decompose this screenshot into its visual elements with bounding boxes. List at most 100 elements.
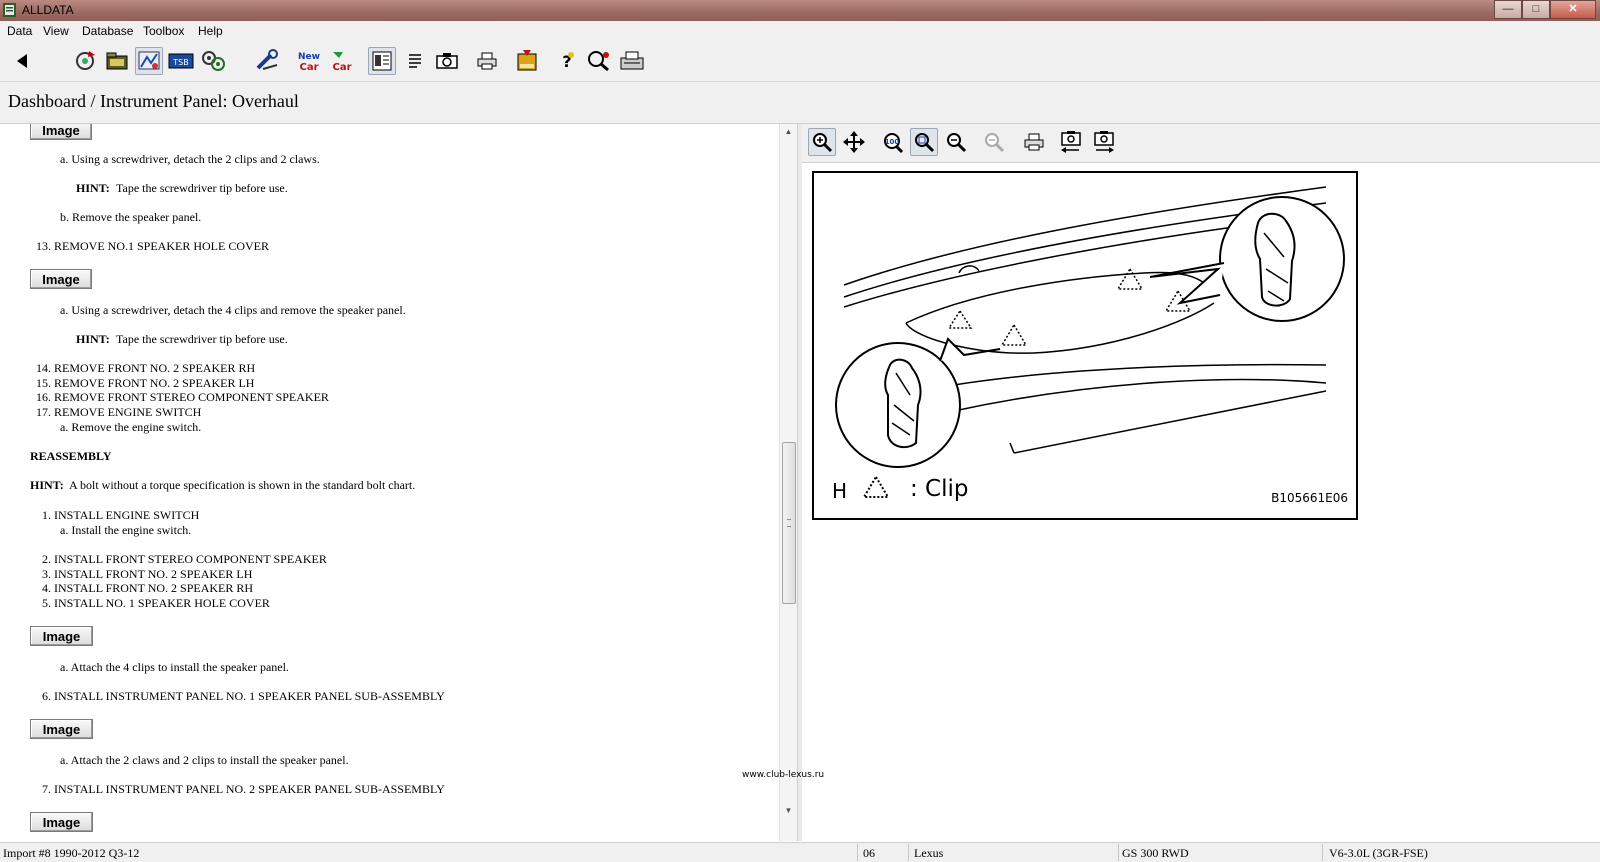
legend-letter: H: [832, 479, 848, 503]
print-icon[interactable]: [1020, 128, 1048, 156]
zoom-100-icon[interactable]: 100: [878, 128, 906, 156]
next-image-icon[interactable]: [1090, 128, 1118, 156]
document-view-icon[interactable]: [368, 47, 396, 75]
procedure-step: a. Using a screwdriver, detach the 4 cli…: [60, 303, 406, 317]
status-model: GS 300 RWD: [1122, 846, 1189, 860]
tsb-icon[interactable]: TSB: [167, 47, 195, 75]
main-toolbar: TSB New Car Car ?: [0, 41, 1600, 82]
menu-database[interactable]: Database: [82, 24, 133, 38]
maximize-button[interactable]: □: [1522, 0, 1550, 19]
procedure-step: a. Attach the 4 clips to install the spe…: [60, 660, 289, 674]
window-title: ALLDATA: [22, 3, 74, 17]
menu-view[interactable]: View: [43, 24, 69, 38]
hint-label: HINT:: [30, 478, 64, 492]
print-icon[interactable]: [473, 47, 501, 75]
status-engine: V6-3.0L (3GR-FSE): [1329, 846, 1428, 860]
status-divider: [857, 844, 858, 861]
close-button[interactable]: ✕: [1550, 0, 1596, 19]
wrench-icon[interactable]: [254, 47, 282, 75]
image-button[interactable]: Image: [30, 812, 93, 832]
scroll-up-icon[interactable]: ▲: [780, 124, 797, 140]
breadcrumb: Dashboard / Instrument Panel: Overhaul: [0, 82, 1600, 124]
menu-data[interactable]: Data: [7, 24, 32, 38]
procedure-heading: 5. INSTALL NO. 1 SPEAKER HOLE COVER: [42, 596, 270, 610]
procedure-heading: 15. REMOVE FRONT NO. 2 SPEAKER LH: [36, 376, 255, 390]
new-car-icon[interactable]: New Car: [295, 47, 323, 75]
refresh-icon[interactable]: [71, 47, 99, 75]
camera-icon[interactable]: [433, 47, 461, 75]
procedure-heading: 7. INSTALL INSTRUMENT PANEL NO. 2 SPEAKE…: [42, 782, 445, 796]
minimize-button[interactable]: —: [1494, 0, 1522, 19]
procedure-heading: 4. INSTALL FRONT NO. 2 SPEAKER RH: [42, 581, 254, 595]
procedure-heading: 14. REMOVE FRONT NO. 2 SPEAKER RH: [36, 361, 256, 375]
status-make: Lexus: [914, 846, 944, 860]
menu-help[interactable]: Help: [198, 24, 223, 38]
new-car-alt-icon[interactable]: Car: [328, 47, 356, 75]
status-divider: [908, 844, 909, 861]
svg-text:100: 100: [885, 138, 900, 146]
scroll-down-icon[interactable]: ▼: [780, 803, 797, 819]
specs-icon[interactable]: [199, 47, 227, 75]
procedure-step: a. Install the engine switch.: [60, 523, 192, 537]
search-icon[interactable]: [585, 47, 613, 75]
back-arrow-icon[interactable]: [8, 47, 36, 75]
procedure-step: a. Remove the engine switch.: [60, 420, 202, 434]
hint-text: A bolt without a torque specification is…: [69, 478, 416, 492]
procedure-step: b. Remove the speaker panel.: [60, 210, 202, 224]
help-question-icon[interactable]: ?: [553, 47, 581, 75]
section-heading: REASSEMBLY: [30, 449, 112, 463]
status-divider: [1118, 844, 1119, 861]
procedure-heading: 17. REMOVE ENGINE SWITCH: [36, 405, 202, 419]
folder-icon[interactable]: [103, 47, 131, 75]
hint-label: HINT:: [76, 332, 110, 346]
scrollbar-thumb[interactable]: [782, 442, 796, 604]
hint-label: HINT:: [76, 181, 110, 195]
procedure-heading: 2. INSTALL FRONT STEREO COMPONENT SPEAKE…: [42, 552, 327, 566]
status-divider: [1322, 844, 1323, 861]
pan-icon[interactable]: [840, 128, 868, 156]
image-button[interactable]: Image: [30, 124, 92, 140]
clip-diagram: H : Clip B105661E06: [812, 171, 1358, 520]
svg-text:Car: Car: [299, 62, 318, 73]
document-scrollbar[interactable]: ▲ ▼: [779, 124, 797, 841]
svg-text:TSB: TSB: [172, 58, 188, 67]
zoom-in-icon[interactable]: [808, 128, 836, 156]
procedure-heading: 16. REMOVE FRONT STEREO COMPONENT SPEAKE…: [36, 390, 329, 404]
speaker-panel-illustration: [835, 186, 1345, 498]
previous-image-icon[interactable]: [1057, 128, 1085, 156]
text-list-icon[interactable]: [401, 47, 429, 75]
image-button[interactable]: Image: [30, 719, 93, 739]
menu-toolbox[interactable]: Toolbox: [143, 24, 184, 38]
image-pane: 100 H: Clip B105661E06: [802, 124, 1600, 841]
hint-text: Tape the screwdriver tip before use.: [116, 181, 288, 195]
image-button[interactable]: Image: [30, 626, 93, 646]
title-bar: ALLDATA — □ ✕: [0, 0, 1600, 21]
procedure-step: a. Using a screwdriver, detach the 2 cli…: [60, 152, 320, 166]
image-toolbar: 100: [802, 124, 1600, 163]
image-button[interactable]: Image: [30, 269, 92, 289]
procedure-heading: 6. INSTALL INSTRUMENT PANEL NO. 1 SPEAKE…: [42, 689, 445, 703]
alldata-app-icon: [3, 3, 16, 17]
legend-label: : Clip: [910, 476, 969, 502]
zoom-disabled-icon: [980, 128, 1008, 156]
procedure-step: a. Attach the 2 claws and 2 clips to ins…: [60, 753, 349, 767]
svg-text:New: New: [298, 52, 320, 62]
zoom-out-icon[interactable]: [942, 128, 970, 156]
diagram-code: B105661E06: [1271, 491, 1348, 505]
note-icon[interactable]: [513, 47, 541, 75]
component-icon[interactable]: [135, 47, 163, 75]
status-year: 06: [863, 846, 875, 860]
hint-text: Tape the screwdriver tip before use.: [116, 332, 288, 346]
grip-icon: [787, 519, 791, 527]
status-bar: Import #8 1990-2012 Q3-12 06 Lexus GS 30…: [0, 842, 1600, 862]
page-title: Dashboard / Instrument Panel: Overhaul: [8, 91, 299, 111]
procedure-heading: 13. REMOVE NO.1 SPEAKER HOLE COVER: [36, 239, 270, 253]
procedure-heading: 1. INSTALL ENGINE SWITCH: [42, 508, 200, 522]
fax-icon[interactable]: [618, 47, 646, 75]
procedure-pane[interactable]: Image a. Using a screwdriver, detach the…: [0, 124, 797, 841]
menu-bar: Data View Database Toolbox Help: [0, 21, 1600, 41]
procedure-heading: 3. INSTALL FRONT NO. 2 SPEAKER LH: [42, 567, 253, 581]
zoom-fit-icon[interactable]: [910, 128, 938, 156]
svg-text:Car: Car: [332, 62, 351, 73]
status-import: Import #8 1990-2012 Q3-12: [3, 846, 140, 860]
